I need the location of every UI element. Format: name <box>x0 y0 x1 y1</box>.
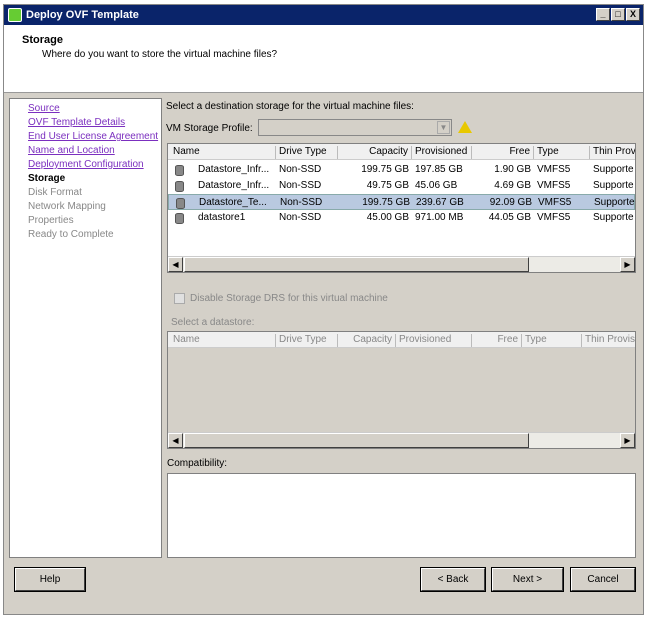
compatibility-box <box>167 473 636 558</box>
step-storage: Storage <box>28 173 66 184</box>
cell-capacity: 45.00 GB <box>366 212 409 223</box>
cell-capacity: 199.75 GB <box>362 197 410 208</box>
next-button[interactable]: Next > <box>491 567 564 592</box>
cell-name: Datastore_Infr... <box>198 164 270 175</box>
col-type[interactable]: Type <box>534 146 590 159</box>
cancel-button[interactable]: Cancel <box>570 567 636 592</box>
step-source[interactable]: Source <box>28 103 60 114</box>
cell-thin: Supporte <box>593 164 634 175</box>
close-button[interactable]: X <box>626 8 640 21</box>
col-name[interactable]: Name <box>170 146 276 159</box>
cell-name: datastore1 <box>198 212 246 223</box>
storage-profile-select[interactable]: ▼ <box>258 119 452 136</box>
col2-provisioned: Provisioned <box>396 334 472 347</box>
horizontal-scrollbar-2[interactable]: ◀ ▶ <box>168 432 635 448</box>
table-header-2: Name Drive Type Capacity Provisioned Fre… <box>168 332 635 348</box>
cell-type: VMFS5 <box>537 212 571 223</box>
instruction-text: Select a destination storage for the vir… <box>166 101 414 112</box>
col-thin[interactable]: Thin Prov <box>590 146 635 159</box>
col2-free: Free <box>472 334 522 347</box>
cell-free: 1.90 GB <box>494 164 531 175</box>
page-subtitle: Where do you want to store the virtual m… <box>42 49 278 60</box>
cell-free: 92.09 GB <box>489 197 532 208</box>
table-row[interactable]: Datastore_Infr... Non-SSD 49.75 GB 45.06… <box>168 178 635 194</box>
scroll-left-button[interactable]: ◀ <box>168 257 183 272</box>
col-capacity[interactable]: Capacity <box>338 146 412 159</box>
scroll-left-button-2[interactable]: ◀ <box>168 433 183 448</box>
col2-type: Type <box>522 334 582 347</box>
col-free[interactable]: Free <box>472 146 534 159</box>
disable-drs-checkbox[interactable] <box>174 293 185 304</box>
scroll-thumb[interactable] <box>184 257 529 272</box>
cell-provisioned: 45.06 GB <box>415 180 458 191</box>
cell-type: VMFS5 <box>537 180 571 191</box>
step-ovf-template-details[interactable]: OVF Template Details <box>28 117 125 128</box>
cell-thin: Supporte <box>594 197 635 208</box>
cell-thin: Supporte <box>593 212 634 223</box>
scroll-right-button-2[interactable]: ▶ <box>620 433 635 448</box>
table-header: Name Drive Type Capacity Provisioned Fre… <box>168 144 635 160</box>
chevron-down-icon: ▼ <box>437 121 450 134</box>
cell-provisioned: 239.67 GB <box>416 197 464 208</box>
cell-free: 4.69 GB <box>494 180 531 191</box>
datastore-icon <box>176 198 185 209</box>
step-network-mapping: Network Mapping <box>28 201 106 212</box>
cell-provisioned: 971.00 MB <box>415 212 464 223</box>
cell-type: VMFS5 <box>537 164 571 175</box>
compatibility-label: Compatibility: <box>167 458 228 469</box>
datastore-icon <box>175 213 184 224</box>
cell-drive-type: Non-SSD <box>280 197 323 208</box>
scroll-thumb-2[interactable] <box>184 433 529 448</box>
deploy-ovf-window: Deploy OVF Template _ □ X Storage Where … <box>3 4 644 615</box>
table-row[interactable]: Datastore_Te... Non-SSD 199.75 GB 239.67… <box>168 194 635 210</box>
scroll-right-button[interactable]: ▶ <box>620 257 635 272</box>
help-button[interactable]: Help <box>14 567 86 592</box>
col-drive-type[interactable]: Drive Type <box>276 146 338 159</box>
datastore-icon <box>175 181 184 192</box>
cell-drive-type: Non-SSD <box>279 164 322 175</box>
cell-provisioned: 197.85 GB <box>415 164 463 175</box>
col2-drive-type: Drive Type <box>276 334 338 347</box>
cell-capacity: 49.75 GB <box>366 180 409 191</box>
cell-name: Datastore_Infr... <box>198 180 270 191</box>
window-title: Deploy OVF Template <box>26 9 139 21</box>
storage-profile-label: VM Storage Profile: <box>166 123 253 134</box>
col2-thin: Thin Provis <box>585 334 636 345</box>
cell-thin: Supporte <box>593 180 634 191</box>
minimize-button[interactable]: _ <box>596 8 610 21</box>
datastore-icon <box>175 165 184 176</box>
cell-drive-type: Non-SSD <box>279 212 322 223</box>
table-row[interactable]: datastore1 Non-SSD 45.00 GB 971.00 MB 44… <box>168 210 635 226</box>
cell-capacity: 199.75 GB <box>361 164 409 175</box>
warning-icon <box>458 121 472 133</box>
step-ready: Ready to Complete <box>28 229 114 240</box>
cell-free: 44.05 GB <box>488 212 531 223</box>
wizard-header: Storage Where do you want to store the v… <box>4 25 643 93</box>
datastore-table: Name Drive Type Capacity Provisioned Fre… <box>167 143 636 273</box>
col2-capacity: Capacity <box>338 334 396 347</box>
title-bar: Deploy OVF Template _ □ X <box>4 5 643 25</box>
cell-drive-type: Non-SSD <box>279 180 322 191</box>
col-provisioned[interactable]: Provisioned <box>412 146 472 159</box>
col2-name: Name <box>170 334 276 347</box>
back-button[interactable]: < Back <box>420 567 486 592</box>
table-row[interactable]: Datastore_Infr... Non-SSD 199.75 GB 197.… <box>168 162 635 178</box>
horizontal-scrollbar[interactable]: ◀ ▶ <box>168 256 635 272</box>
cell-name: Datastore_Te... <box>199 197 267 208</box>
cell-type: VMFS5 <box>538 197 572 208</box>
app-icon <box>8 8 22 22</box>
step-eula[interactable]: End User License Agreement <box>28 131 158 142</box>
select-datastore-label: Select a datastore: <box>171 317 255 328</box>
page-title: Storage <box>22 34 63 46</box>
step-properties: Properties <box>28 215 74 226</box>
step-name-location[interactable]: Name and Location <box>28 145 115 156</box>
datastore-detail-table: Name Drive Type Capacity Provisioned Fre… <box>167 331 636 449</box>
maximize-button[interactable]: □ <box>611 8 625 21</box>
wizard-steps: Source OVF Template Details End User Lic… <box>9 98 162 558</box>
step-deployment-config[interactable]: Deployment Configuration <box>28 159 144 170</box>
step-disk-format: Disk Format <box>28 187 82 198</box>
disable-drs-label: Disable Storage DRS for this virtual mac… <box>190 293 388 304</box>
